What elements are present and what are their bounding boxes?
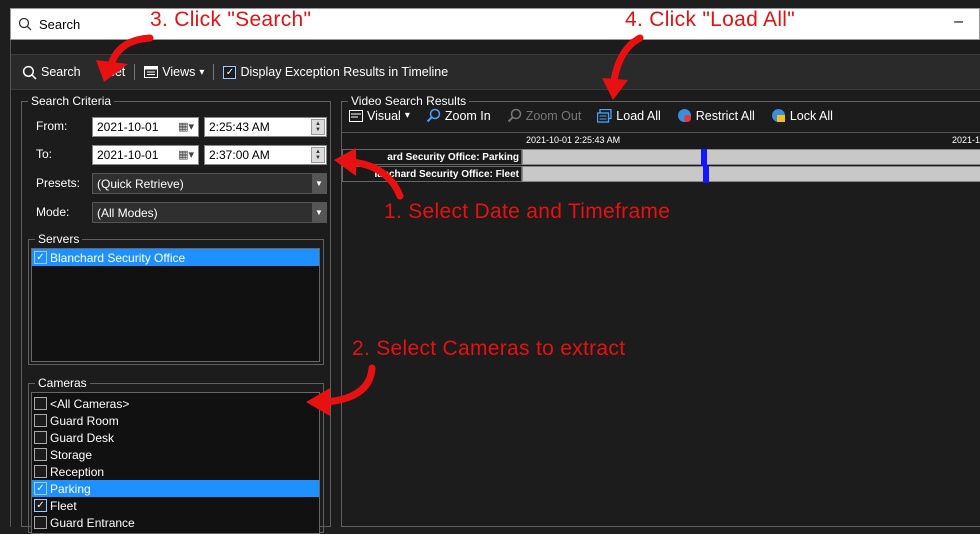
annotation-arrows <box>96 34 644 416</box>
arrow-icon <box>108 34 154 66</box>
arrow-icon <box>348 158 404 200</box>
arrow-head-icon <box>96 60 128 82</box>
arrow-icon <box>610 34 644 84</box>
arrow-icon <box>322 364 376 406</box>
arrow-head-icon <box>334 148 356 176</box>
arrow-head-icon <box>602 78 628 100</box>
arrow-head-icon <box>306 388 330 416</box>
